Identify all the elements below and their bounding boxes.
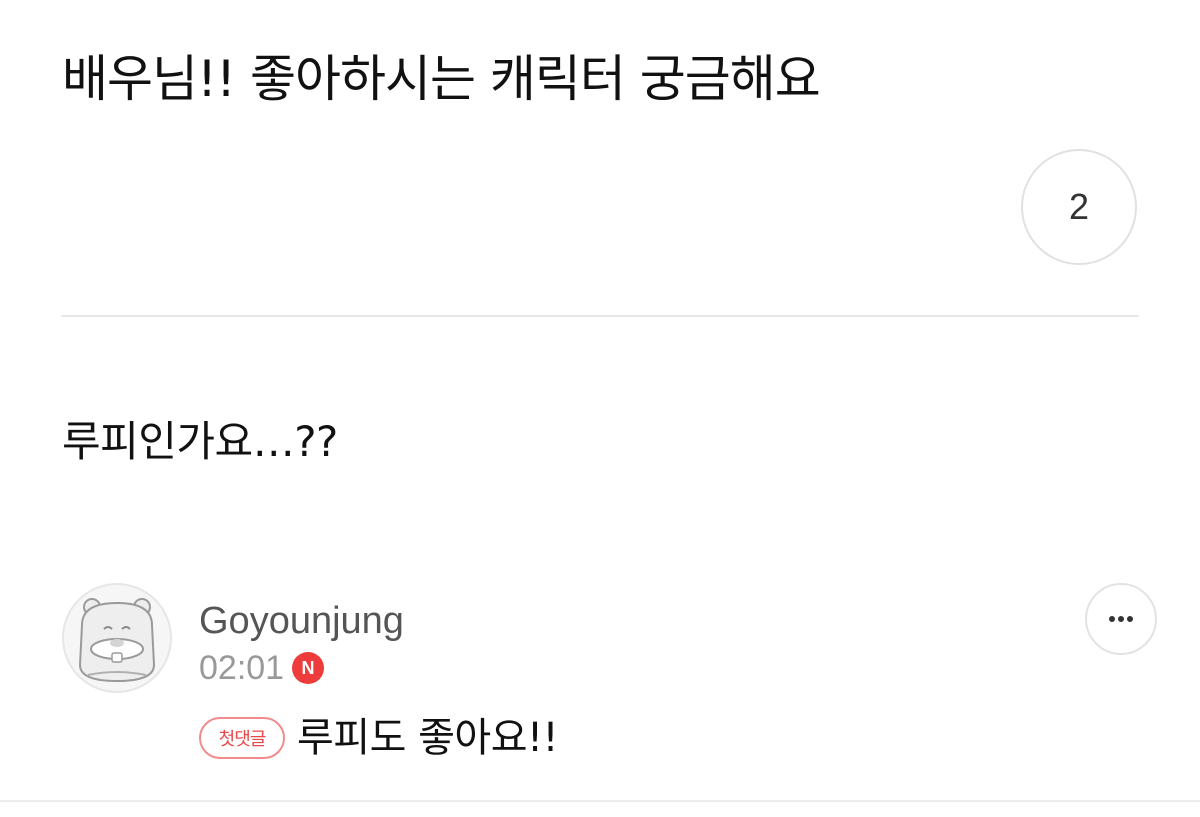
more-options-icon: [1109, 616, 1133, 622]
divider: [61, 315, 1139, 317]
beaver-character-avatar-icon: [78, 598, 156, 683]
post-body: 루피인가요…??: [62, 417, 338, 466]
divider: [0, 800, 1200, 802]
avatar[interactable]: [62, 583, 172, 693]
comment-time: 02:01: [199, 649, 285, 687]
new-badge: N: [292, 652, 324, 684]
comment-author[interactable]: Goyounjung: [199, 597, 404, 645]
post-title: 배우님!! 좋아하시는 캐릭터 궁금해요: [62, 50, 821, 108]
first-comment-badge: 첫댓글: [199, 717, 285, 759]
comment-text: 루피도 좋아요!!: [297, 715, 559, 761]
comment-count: 2: [1068, 186, 1090, 227]
comment-count-button[interactable]: 2: [1021, 149, 1137, 265]
more-options-button[interactable]: [1085, 583, 1157, 655]
